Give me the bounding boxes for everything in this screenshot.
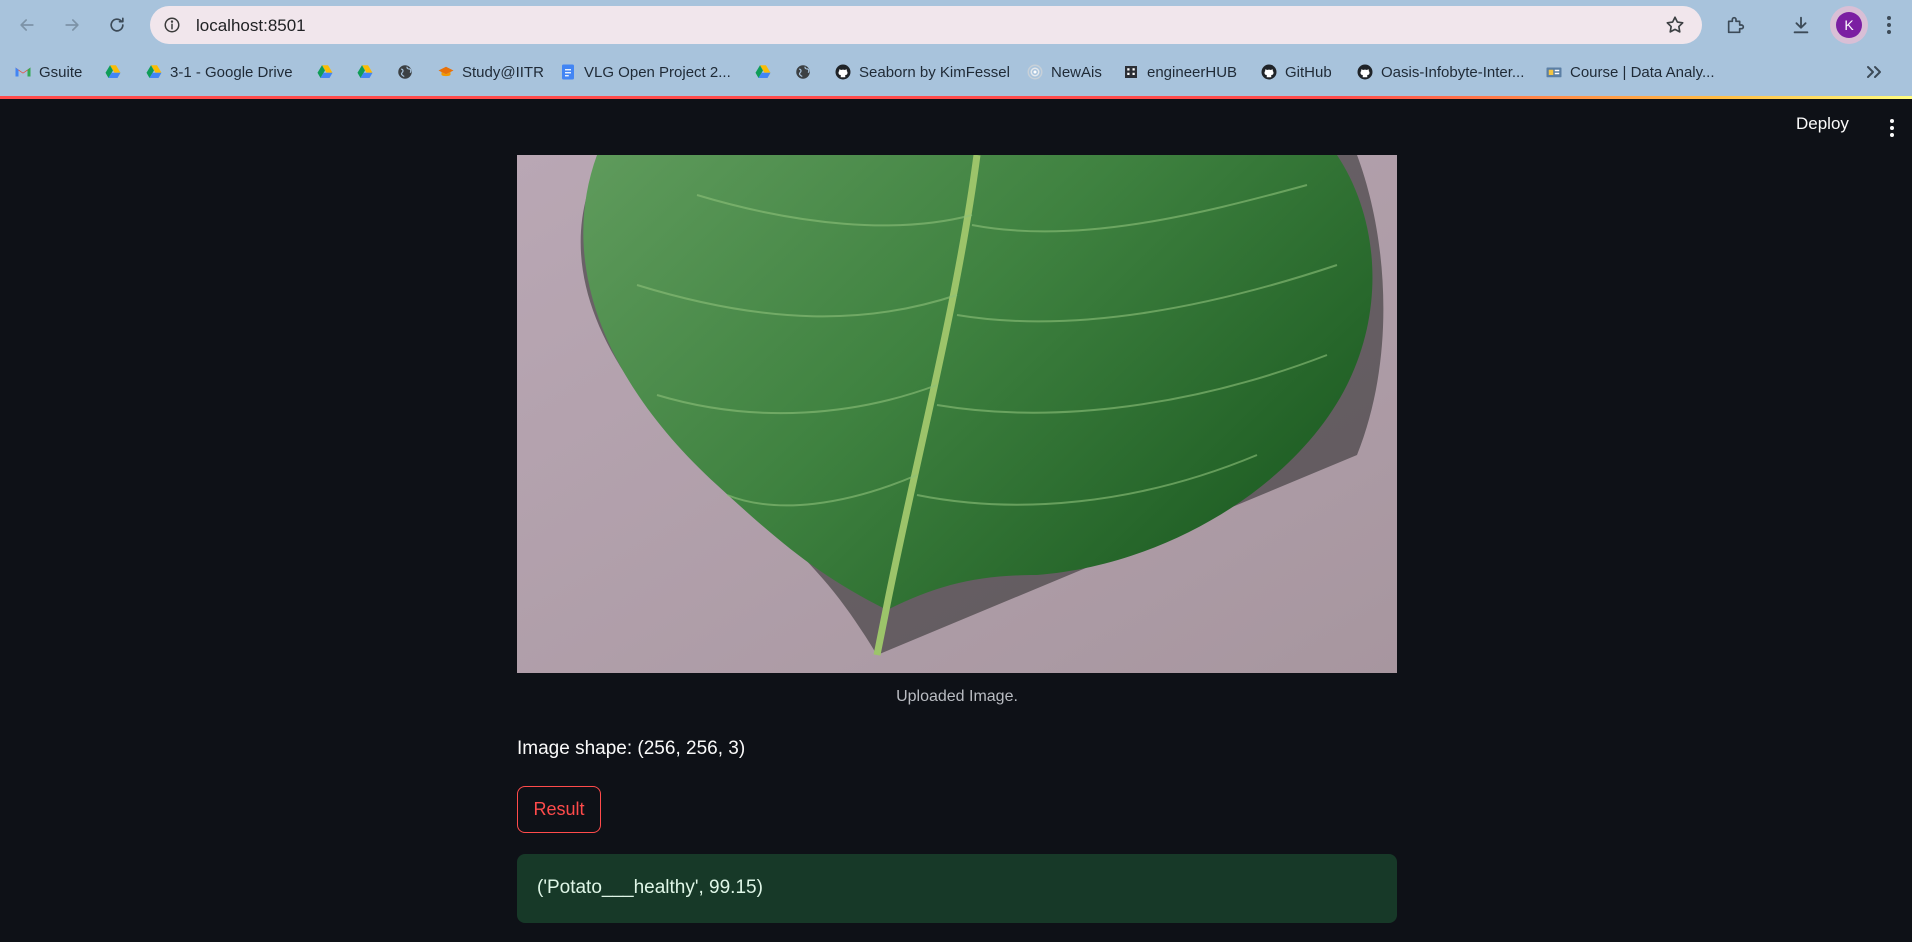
bookmark-label: Gsuite xyxy=(39,63,83,81)
github-icon xyxy=(834,63,852,81)
google-drive-icon xyxy=(145,63,163,81)
target-icon xyxy=(1026,63,1044,81)
reload-icon xyxy=(110,17,124,32)
bookmarks-bar: Gsuite 3-1 - Google Drive Study@IITR VLG… xyxy=(0,54,1912,90)
bookmark-drive-1[interactable] xyxy=(104,54,122,90)
google-drive-icon xyxy=(754,63,772,81)
google-docs-icon xyxy=(559,63,577,81)
globe-icon xyxy=(396,63,414,81)
avatar: K xyxy=(1836,12,1862,38)
gmail-icon xyxy=(14,63,32,81)
google-drive-icon xyxy=(356,63,374,81)
google-drive-icon xyxy=(316,63,334,81)
bookmark-label: GitHub xyxy=(1285,63,1332,81)
bookmark-label: VLG Open Project 2... xyxy=(584,63,731,81)
bookmark-star-icon[interactable] xyxy=(1664,14,1686,36)
bookmark-drive-4[interactable] xyxy=(754,54,772,90)
bookmark-label: NewAis xyxy=(1051,63,1102,81)
site-info-icon[interactable] xyxy=(160,13,184,37)
bookmark-label: engineerHUB xyxy=(1147,63,1238,81)
forward-button[interactable] xyxy=(55,9,89,41)
prediction-success-box: ('Potato___healthy', 99.15) xyxy=(517,854,1397,923)
reload-button[interactable] xyxy=(100,9,134,41)
address-bar[interactable]: localhost:8501 xyxy=(150,6,1702,44)
bookmark-globe-1[interactable] xyxy=(396,54,414,90)
deploy-button[interactable]: Deploy xyxy=(1796,114,1849,134)
prediction-text: ('Potato___healthy', 99.15) xyxy=(537,877,763,898)
bookmark-label: Study@IITR xyxy=(462,63,544,81)
image-caption: Uploaded Image. xyxy=(896,688,1018,705)
arrow-right-icon xyxy=(65,19,79,31)
building-icon xyxy=(1122,63,1140,81)
bookmark-label: Course | Data Analy... xyxy=(1570,63,1715,81)
github-icon xyxy=(1260,63,1278,81)
bookmark-label: Seaborn by KimFessel xyxy=(859,63,1010,81)
browser-menu-icon[interactable] xyxy=(1878,12,1900,38)
profile-button[interactable]: K xyxy=(1830,6,1868,44)
uploaded-leaf-image xyxy=(517,155,1397,673)
bookmark-drive-2[interactable] xyxy=(316,54,334,90)
course-icon xyxy=(1545,63,1563,81)
bookmark-course-data-analytics[interactable]: Course | Data Analy... xyxy=(1545,54,1715,90)
bookmark-newais[interactable]: NewAis xyxy=(1026,54,1102,90)
result-button[interactable]: Result xyxy=(517,786,601,833)
google-drive-icon xyxy=(104,63,122,81)
app-header-decoration xyxy=(0,96,1912,99)
bookmark-oasis-infobyte[interactable]: Oasis-Infobyte-Inter... xyxy=(1356,54,1524,90)
bookmark-label: 3-1 - Google Drive xyxy=(170,63,293,81)
globe-icon xyxy=(794,63,812,81)
bookmark-study-iitr[interactable]: Study@IITR xyxy=(437,54,544,90)
chevron-double-right-icon[interactable] xyxy=(1862,60,1886,84)
download-icon[interactable] xyxy=(1788,12,1814,38)
browser-chrome: localhost:8501 K Gsuite 3-1 - Google Dri… xyxy=(0,0,1912,98)
bookmark-3-1-google-drive[interactable]: 3-1 - Google Drive xyxy=(145,54,293,90)
github-icon xyxy=(1356,63,1374,81)
bookmark-vlg-open-project[interactable]: VLG Open Project 2... xyxy=(559,54,731,90)
bookmark-drive-3[interactable] xyxy=(356,54,374,90)
back-button[interactable] xyxy=(10,9,44,41)
extensions-icon[interactable] xyxy=(1723,12,1749,38)
url-text[interactable]: localhost:8501 xyxy=(196,16,306,36)
bookmark-gsuite[interactable]: Gsuite xyxy=(14,54,82,90)
browser-toolbar: localhost:8501 K xyxy=(0,0,1912,50)
app-menu-icon[interactable] xyxy=(1886,116,1898,140)
arrow-left-icon xyxy=(20,19,34,31)
bookmark-globe-2[interactable] xyxy=(794,54,812,90)
bookmark-engineerhub[interactable]: engineerHUB xyxy=(1122,54,1237,90)
graduation-cap-icon xyxy=(437,63,455,81)
image-shape-text: Image shape: (256, 256, 3) xyxy=(517,738,746,759)
bookmark-seaborn[interactable]: Seaborn by KimFessel xyxy=(834,54,1010,90)
bookmark-label: Oasis-Infobyte-Inter... xyxy=(1381,63,1525,81)
bookmark-github[interactable]: GitHub xyxy=(1260,54,1332,90)
